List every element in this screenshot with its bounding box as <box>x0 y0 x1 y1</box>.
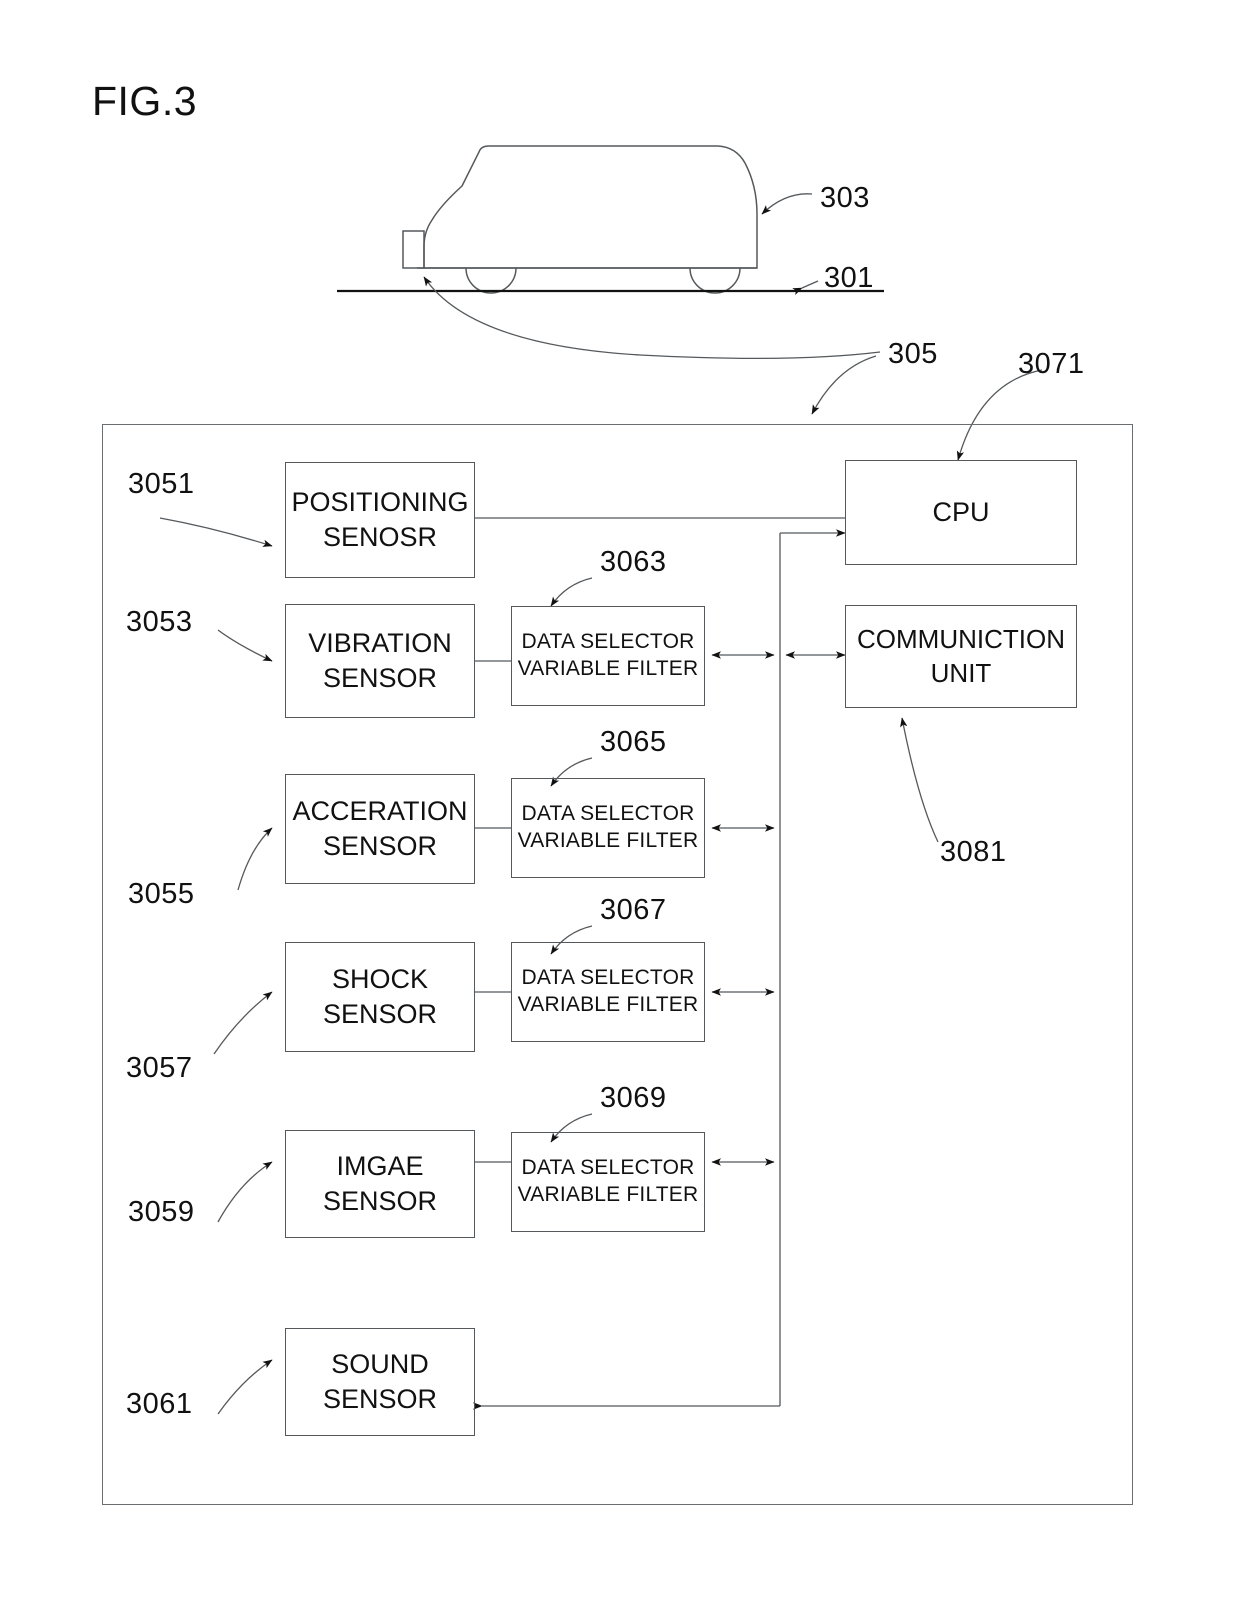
positioning-sensor-line1: POSITIONING <box>291 487 469 518</box>
leader-305-from-car <box>423 276 881 360</box>
block-data-selector-filter-3069[interactable]: DATA SELECTOR VARIABLE FILTER <box>511 1132 705 1232</box>
positioning-sensor-line2: SENOSR <box>322 522 438 552</box>
leader-305-to-box <box>811 355 877 415</box>
ref-3069: 3069 <box>600 1082 667 1114</box>
filter-3069-line1: DATA SELECTOR <box>521 1156 695 1180</box>
ref-3059: 3059 <box>128 1196 195 1228</box>
ref-3065: 3065 <box>600 726 667 758</box>
leader-303 <box>761 193 813 215</box>
acceration-sensor-line2: SENSOR <box>322 831 438 861</box>
sound-sensor-line2: SENSOR <box>322 1384 438 1414</box>
cpu-label: CPU <box>932 497 990 528</box>
block-acceration-sensor[interactable]: ACCERATION SENSOR <box>285 774 475 884</box>
ref-3063: 3063 <box>600 546 667 578</box>
shock-sensor-line2: SENSOR <box>322 999 438 1029</box>
acceration-sensor-line1: ACCERATION <box>292 796 468 827</box>
block-shock-sensor[interactable]: SHOCK SENSOR <box>285 942 475 1052</box>
filter-3065-line2: VARIABLE FILTER <box>517 829 699 852</box>
sound-sensor-line1: SOUND <box>331 1349 429 1380</box>
ref-3081: 3081 <box>940 836 1007 868</box>
ref-3067: 3067 <box>600 894 667 926</box>
ref-3061: 3061 <box>126 1388 193 1420</box>
ref-3071: 3071 <box>1018 348 1085 380</box>
vibration-sensor-line2: SENSOR <box>322 663 438 693</box>
vehicle-illustration <box>402 145 758 294</box>
leader-301 <box>792 280 819 295</box>
ref-303: 303 <box>820 182 870 214</box>
vibration-sensor-line1: VIBRATION <box>308 628 452 659</box>
block-communication-unit[interactable]: COMMUNICTION UNIT <box>845 605 1077 708</box>
ref-3057: 3057 <box>126 1052 193 1084</box>
block-positioning-sensor[interactable]: POSITIONING SENOSR <box>285 462 475 578</box>
image-sensor-line1: IMGAE <box>336 1151 424 1182</box>
block-cpu[interactable]: CPU <box>845 460 1077 565</box>
filter-3067-line1: DATA SELECTOR <box>521 966 695 990</box>
block-data-selector-filter-3067[interactable]: DATA SELECTOR VARIABLE FILTER <box>511 942 705 1042</box>
block-sound-sensor[interactable]: SOUND SENSOR <box>285 1328 475 1436</box>
filter-3065-line1: DATA SELECTOR <box>521 802 695 826</box>
communication-unit-line1: COMMUNICTION <box>857 624 1065 655</box>
filter-3067-line2: VARIABLE FILTER <box>517 993 699 1016</box>
filter-3063-line1: DATA SELECTOR <box>521 630 695 654</box>
figure-3-diagram: FIG.3 303 301 305 3071 3081 3051 3053 30… <box>0 0 1240 1601</box>
ref-3053: 3053 <box>126 606 193 638</box>
shock-sensor-line1: SHOCK <box>331 964 429 995</box>
ref-3055: 3055 <box>128 878 195 910</box>
image-sensor-line2: SENSOR <box>322 1186 438 1216</box>
filter-3069-line2: VARIABLE FILTER <box>517 1183 699 1206</box>
block-vibration-sensor[interactable]: VIBRATION SENSOR <box>285 604 475 718</box>
block-data-selector-filter-3065[interactable]: DATA SELECTOR VARIABLE FILTER <box>511 778 705 878</box>
ref-301: 301 <box>824 262 874 294</box>
block-image-sensor[interactable]: IMGAE SENSOR <box>285 1130 475 1238</box>
figure-title: FIG.3 <box>92 78 198 124</box>
block-data-selector-filter-3063[interactable]: DATA SELECTOR VARIABLE FILTER <box>511 606 705 706</box>
communication-unit-line2: UNIT <box>930 657 992 688</box>
filter-3063-line2: VARIABLE FILTER <box>517 657 699 680</box>
ref-3051: 3051 <box>128 468 195 500</box>
ref-305: 305 <box>888 338 938 370</box>
